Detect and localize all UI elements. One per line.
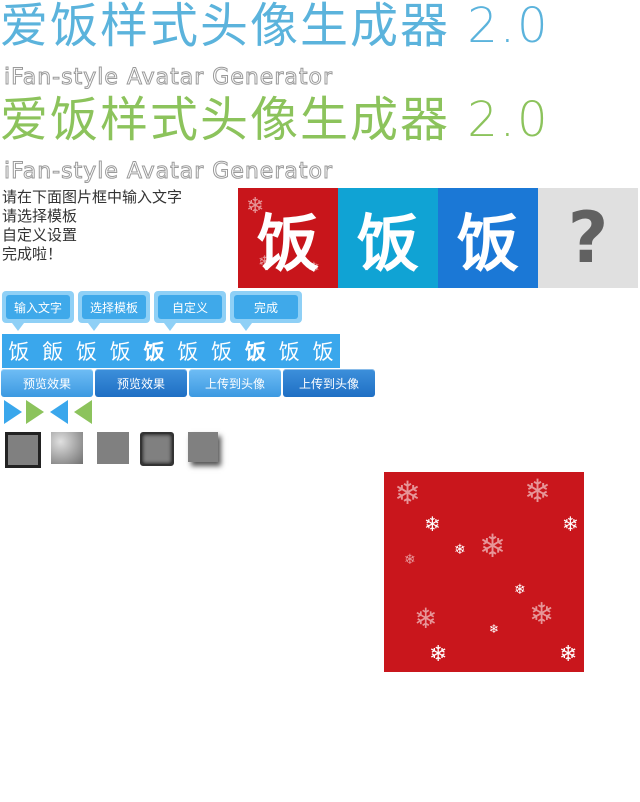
tab-done[interactable]: 完成 xyxy=(230,291,302,331)
font-option[interactable]: 饭 xyxy=(279,336,300,366)
font-option[interactable]: 饭 xyxy=(8,336,29,366)
font-style-selector[interactable]: 饭 飯 饭 饭 饭 饭 饭 饭 饭 饭 xyxy=(2,334,340,368)
snowflake-icon: ❄ xyxy=(424,512,441,536)
arrow-right-green-icon[interactable] xyxy=(26,400,44,424)
font-option[interactable]: 饭 xyxy=(110,336,131,366)
tab-label: 完成 xyxy=(234,295,298,319)
snowflake-icon: ❄ xyxy=(454,542,466,558)
style-flat-swatch[interactable] xyxy=(97,432,129,464)
font-option[interactable]: 饭 xyxy=(313,336,334,366)
app-title-green: 爱饭样式头像生成器 2.0 xyxy=(0,92,550,148)
preview-tile-red[interactable]: ❄ ❄ ❄ 饭 xyxy=(238,188,338,288)
preview-tile-placeholder[interactable]: ? xyxy=(538,188,638,288)
font-option[interactable]: 饭 xyxy=(245,336,266,366)
step-2: 请选择模板 xyxy=(2,207,78,225)
font-option[interactable]: 饭 xyxy=(211,336,232,366)
preview-char: 饭 xyxy=(256,207,319,280)
preview-button-pressed[interactable]: 预览效果 xyxy=(95,369,187,397)
tab-label: 选择模板 xyxy=(82,295,146,319)
step-3: 自定义设置 xyxy=(2,226,78,244)
snowflake-icon: ❄ xyxy=(489,622,500,636)
font-option[interactable]: 飯 xyxy=(42,336,63,366)
preview-char: 饭 xyxy=(456,207,519,280)
snowflake-icon: ❄ xyxy=(529,597,555,632)
preview-button[interactable]: 预览效果 xyxy=(1,369,93,397)
snowflake-icon: ❄ xyxy=(562,512,579,536)
preview-char: 饭 xyxy=(356,207,419,280)
step-4: 完成啦！ xyxy=(2,245,63,263)
question-mark-icon: ? xyxy=(567,197,609,279)
style-shadow-swatch[interactable] xyxy=(188,432,218,462)
arrow-right-blue-icon[interactable] xyxy=(4,400,22,424)
snowflake-icon: ❄ xyxy=(514,582,526,598)
style-inset-swatch[interactable] xyxy=(140,432,174,466)
style-gradient-swatch[interactable] xyxy=(51,432,83,464)
snowflake-icon: ❄ xyxy=(559,642,578,667)
preview-tile-blue[interactable]: 饭 xyxy=(438,188,538,288)
snowflake-icon: ❄ xyxy=(524,472,551,510)
tab-customize[interactable]: 自定义 xyxy=(154,291,226,331)
arrow-left-green-icon[interactable] xyxy=(74,400,92,424)
font-option[interactable]: 饭 xyxy=(177,336,198,366)
snowflake-icon: ❄ xyxy=(404,552,416,568)
tab-input-text[interactable]: 输入文字 xyxy=(2,291,74,331)
step-1: 请在下面图片框中输入文字 xyxy=(2,188,183,206)
app-subtitle-2: iFan-style Avatar Generator xyxy=(4,159,333,184)
upload-avatar-button-pressed[interactable]: 上传到头像 xyxy=(283,369,375,397)
tab-label: 输入文字 xyxy=(6,295,70,319)
font-option[interactable]: 饭 xyxy=(76,336,97,366)
snowflake-icon: ❄ xyxy=(414,602,438,635)
snowflake-icon: ❄ xyxy=(429,642,448,667)
app-subtitle-1: iFan-style Avatar Generator xyxy=(4,65,333,90)
preview-tile-cyan[interactable]: 饭 xyxy=(338,188,438,288)
app-title-blue: 爱饭样式头像生成器 2.0 xyxy=(0,0,550,54)
snowflake-icon: ❄ xyxy=(479,527,506,565)
arrow-left-blue-icon[interactable] xyxy=(50,400,68,424)
style-border-swatch[interactable] xyxy=(5,432,41,468)
tab-select-template[interactable]: 选择模板 xyxy=(78,291,150,331)
instruction-steps: 请在下面图片框中输入文字 请选择模板 自定义设置 完成啦！ xyxy=(2,188,182,264)
tab-label: 自定义 xyxy=(158,295,222,319)
upload-avatar-button[interactable]: 上传到头像 xyxy=(189,369,281,397)
avatar-canvas[interactable]: ❄ ❄ ❄ ❄ ❄ ❄ ❄ ❄ ❄ ❄ ❄ ❄ ❄ xyxy=(384,472,584,672)
font-option[interactable]: 饭 xyxy=(144,336,165,366)
snowflake-icon: ❄ xyxy=(394,474,421,512)
